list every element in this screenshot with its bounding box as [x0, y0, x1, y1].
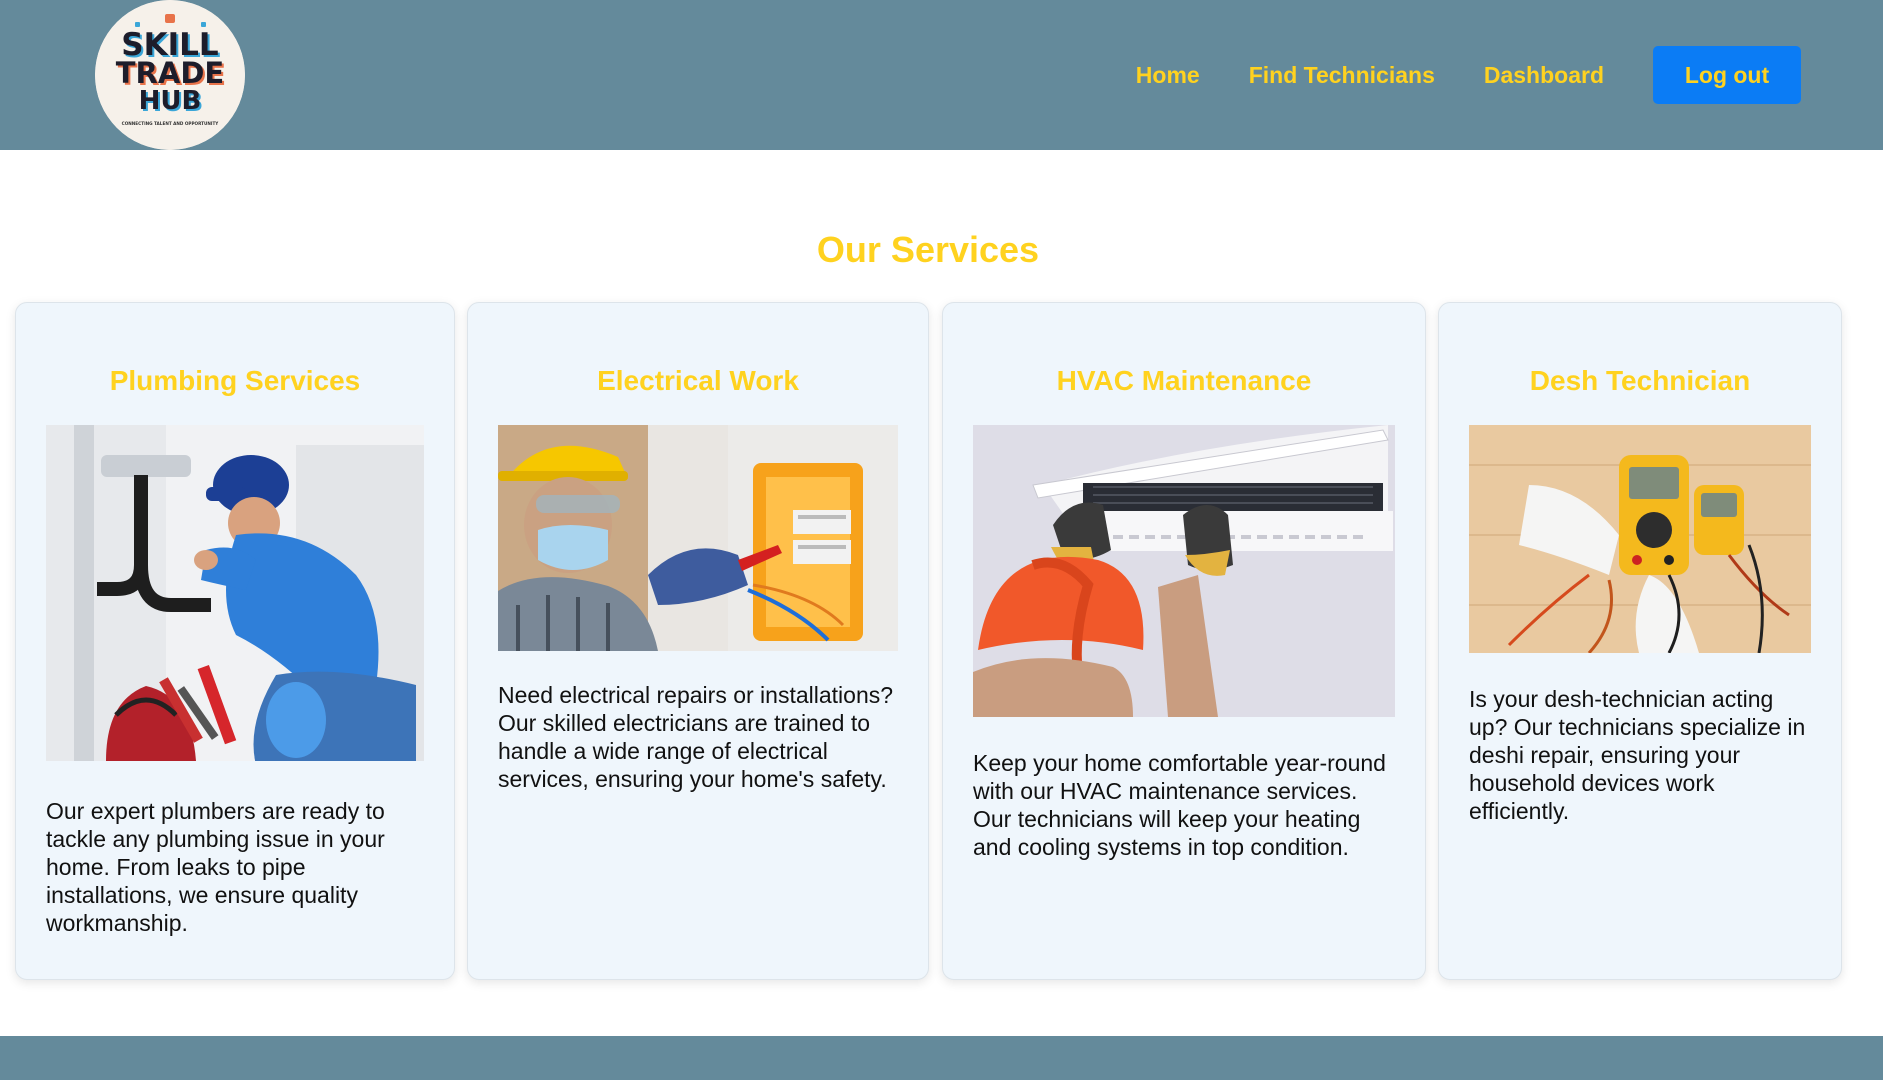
- service-card-title: HVAC Maintenance: [1056, 365, 1312, 396]
- plumber-under-sink-photo: [46, 425, 424, 761]
- service-card-description: Is your desh-technician acting up? Our t…: [1469, 686, 1806, 824]
- service-card-electrical: Electrical Work Need electrical repairs …: [467, 302, 929, 980]
- electrician-fuse-box-photo: [498, 425, 898, 651]
- ac-technician-photo: [973, 425, 1395, 717]
- service-card-plumbing: Plumbing Services Our expert plumbers ar…: [15, 302, 455, 980]
- logo-icon: SKILL SKILL TRADE TRADE HUB HUB CONNECTI…: [95, 0, 245, 150]
- service-card-desh-technician: Desh Technician Is your desh-technician …: [1438, 302, 1842, 980]
- service-card-title: Electrical Work: [597, 365, 799, 396]
- skill-trade-hub-logo[interactable]: SKILL SKILL TRADE TRADE HUB HUB CONNECTI…: [95, 0, 245, 150]
- nav-home-link[interactable]: Home: [1136, 46, 1200, 104]
- multimeter-photo: [1469, 425, 1811, 653]
- services-section-title: Our Services: [816, 229, 1040, 270]
- service-card-description: Need electrical repairs or installations…: [498, 682, 894, 792]
- nav-dashboard-link[interactable]: Dashboard: [1484, 46, 1604, 104]
- main-nav: Home Find Technicians Dashboard Log out: [1136, 46, 1801, 104]
- service-card-hvac: HVAC Maintenance Keep your home comforta…: [942, 302, 1426, 980]
- nav-find-technicians-link[interactable]: Find Technicians: [1249, 46, 1435, 104]
- service-card-title: Desh Technician: [1529, 365, 1751, 396]
- logo-line2: TRADE: [116, 56, 224, 90]
- logout-button[interactable]: Log out: [1653, 46, 1801, 104]
- logo-tagline: CONNECTING TALENT AND OPPORTUNITY: [122, 121, 220, 126]
- logo-line3: HUB: [139, 86, 202, 116]
- footer-bar: [0, 1036, 1883, 1080]
- service-card-description: Keep your home comfortable year-round wi…: [973, 750, 1386, 860]
- service-card-description: Our expert plumbers are ready to tackle …: [46, 798, 385, 936]
- top-navigation-bar: SKILL SKILL TRADE TRADE HUB HUB CONNECTI…: [0, 0, 1883, 150]
- service-card-title: Plumbing Services: [109, 365, 361, 396]
